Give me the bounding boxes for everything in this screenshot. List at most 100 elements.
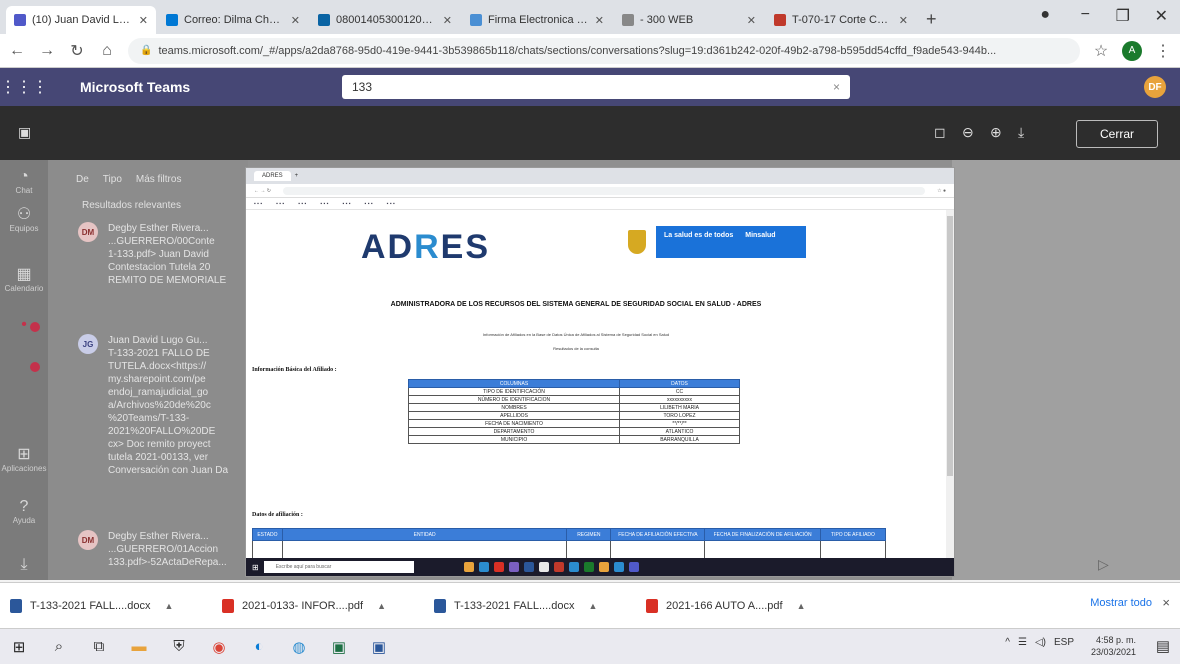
close-tab-icon[interactable]: ✕ — [899, 14, 908, 27]
notification-icon[interactable]: ▤ — [1156, 637, 1170, 655]
outlook-icon[interactable]: ◍ — [288, 636, 310, 658]
preview-tab: ADRES — [254, 171, 291, 181]
rail-item-download[interactable]: ⤓ — [0, 556, 48, 574]
gov-banner: La salud es de todos Minsalud — [656, 226, 806, 258]
browser-profile-avatar[interactable]: A — [1122, 40, 1142, 61]
preview-address-bar: ← → ↻ ☆ ● — [246, 184, 954, 198]
edge-icon[interactable]: ◐ — [248, 636, 270, 658]
outlook-tab-icon — [166, 14, 178, 26]
taskbar-clock[interactable]: 4:58 p. m. 23/03/2021 — [1091, 634, 1136, 658]
send-icon[interactable]: ▷ — [1098, 556, 1109, 573]
apps-icon: ⊞ — [17, 446, 31, 463]
preview-bookmarks-bar: ▪ ▪ ▪ ▪ ▪ ▪ ▪ ▪ ▪ ▪ ▪ ▪ ▪ ▪ ▪ ▪ ▪ ▪ ▪ ▪ ▪ — [246, 198, 954, 210]
word-icon[interactable]: ▣ — [368, 636, 390, 658]
result-label: Resultados de la consulta — [553, 346, 599, 351]
chevron-up-icon[interactable]: ▲ — [588, 601, 597, 611]
chevron-up-icon[interactable]: ▲ — [164, 601, 173, 611]
download-item[interactable]: 2021-166 AUTO A....pdf ▲ — [646, 598, 858, 613]
back-icon[interactable]: ← — [8, 42, 26, 60]
fit-screen-icon[interactable]: ◻ — [934, 124, 946, 141]
preview-browser-tabs: ADRES + — [246, 168, 954, 184]
maximize-icon[interactable]: ❐ — [1116, 6, 1130, 26]
rail-item-apps[interactable]: ⊞ Aplicaciones — [0, 444, 48, 473]
tray-chevron-icon[interactable]: ^ — [1005, 637, 1010, 648]
download-icon[interactable]: ⤓ — [1018, 124, 1024, 141]
download-item[interactable]: T-133-2021 FALL....docx ▲ — [434, 598, 646, 613]
browser-menu-icon[interactable]: ⋮ — [1154, 41, 1172, 61]
rail-item-chat[interactable]: ◔ Chat — [0, 168, 48, 195]
close-tab-icon[interactable]: ✕ — [139, 14, 148, 27]
search-input[interactable]: 133 × — [342, 75, 850, 99]
language-indicator[interactable]: ESP — [1054, 637, 1074, 648]
file-viewer-toolbar: ▣ ◻ ⊖ ⊕ ⤓ Cerrar — [0, 106, 1180, 160]
chrome-icon[interactable]: ◉ — [208, 636, 230, 658]
close-downloads-icon[interactable]: × — [1162, 595, 1170, 610]
list-item[interactable]: DM Degby Esther Rivera... ...GUERRERO/01… — [78, 530, 248, 569]
browser-tab[interactable]: T-070-17 Corte Cons ✕ — [766, 6, 916, 34]
help-icon: ? — [19, 498, 29, 515]
document-subtitle: Información de Afiliados en la Base de D… — [482, 332, 670, 337]
user-avatar[interactable]: DF — [1144, 76, 1166, 98]
app-rail: ◔ Chat ⚇ Equipos ▦ Calendario • ⊞ Aplicacion… — [0, 160, 48, 580]
security-shield-icon[interactable]: ⛨ — [168, 636, 190, 658]
url-input[interactable]: 🔒 teams.microsoft.com/_#/apps/a2da8768-95… — [128, 37, 1080, 64]
bookmark-star-icon[interactable]: ☆ — [1092, 41, 1110, 61]
show-all-downloads-link[interactable]: Mostrar todo — [1090, 597, 1152, 609]
browser-tab[interactable]: - 300 WEB ✕ — [614, 6, 764, 34]
filter-type[interactable]: Tipo — [103, 174, 122, 185]
window-close-icon[interactable]: ✕ — [1155, 6, 1168, 26]
close-viewer-button[interactable]: Cerrar — [1076, 120, 1158, 148]
home-icon[interactable]: ⌂ — [98, 42, 116, 60]
more-icon: • — [21, 316, 27, 333]
chevron-up-icon[interactable]: ▲ — [797, 601, 806, 611]
new-tab-button[interactable]: + — [918, 9, 945, 34]
rail-item-more[interactable]: • — [0, 316, 48, 334]
affiliation-heading: Datos de afiliación : — [252, 512, 303, 518]
rail-item-help[interactable]: ? Ayuda — [0, 498, 48, 525]
minimize-icon[interactable]: − — [1081, 6, 1090, 24]
address-bar-row: ← → ↻ ⌂ 🔒 teams.microsoft.com/_#/apps/a2d… — [0, 34, 1180, 68]
adres-document: ADRES La salud es de todos Minsalud ADMIN… — [246, 210, 946, 576]
search-icon[interactable]: ⌕ — [48, 636, 70, 658]
zoom-in-icon[interactable]: ⊕ — [990, 124, 1002, 141]
close-tab-icon[interactable]: ✕ — [595, 14, 604, 27]
reload-icon[interactable]: ↻ — [68, 41, 86, 61]
page-tab-icon — [774, 14, 786, 26]
close-tab-icon[interactable]: ✕ — [443, 14, 452, 27]
rail-item-calendar[interactable]: ▦ Calendario — [0, 264, 48, 293]
download-item[interactable]: 2021-0133- INFOR....pdf ▲ — [222, 598, 434, 613]
close-tab-icon[interactable]: ✕ — [291, 14, 300, 27]
close-tab-icon[interactable]: ✕ — [747, 14, 756, 27]
filter-more[interactable]: Más filtros — [136, 174, 182, 185]
avatar: DM — [78, 222, 98, 242]
browser-tab[interactable]: Firma Electronica Ran ✕ — [462, 6, 612, 34]
zoom-out-icon[interactable]: ⊖ — [962, 124, 974, 141]
app-launcher-icon[interactable]: ⋮⋮⋮ — [0, 77, 48, 97]
excel-icon[interactable]: ▣ — [328, 636, 350, 658]
search-clear-icon[interactable]: × — [833, 80, 840, 94]
volume-icon[interactable]: ◁) — [1035, 637, 1046, 648]
chevron-up-icon[interactable]: ▲ — [377, 601, 386, 611]
browser-tab[interactable]: 08001405300120210 ✕ — [310, 6, 460, 34]
task-view-icon[interactable]: ⧉ — [88, 636, 110, 658]
network-icon[interactable]: ☰ — [1018, 637, 1027, 648]
profile-dot-icon[interactable]: ● — [1040, 6, 1050, 24]
forward-icon[interactable]: → — [38, 42, 56, 60]
table-row: TIPO DE IDENTIFICACIÓN CC — [407, 387, 740, 396]
table-row: FECHA DE NACIMIENTO **/**/** — [407, 419, 740, 428]
list-item[interactable]: JG Juan David Lugo Gu... T-133-2021 FALL… — [78, 334, 248, 477]
basic-info-table: COLUMNAS DATOS TIPO DE IDENTIFICACIÓN CC … — [407, 379, 740, 444]
browser-tab[interactable]: (10) Juan David Lugo ✕ — [6, 6, 156, 34]
image-preview: ADRES + ← → ↻ ☆ ● ▪ ▪ ▪ ▪ ▪ ▪ ▪ ▪ ▪ ▪ ▪ ▪ ▪ ▪… — [245, 167, 955, 577]
browser-tab[interactable]: Correo: Dilma Chedra ✕ — [158, 6, 308, 34]
browser-tab-strip: (10) Juan David Lugo ✕ Correo: Dilma Ched… — [0, 0, 1180, 34]
rail-item-teams[interactable]: ⚇ Equipos — [0, 204, 48, 233]
start-icon[interactable]: ⊞ — [8, 636, 30, 658]
download-item[interactable]: T-133-2021 FALL....docx ▲ — [10, 598, 222, 613]
filter-from[interactable]: De — [76, 174, 89, 185]
teams-icon: ⚇ — [16, 206, 32, 223]
file-explorer-icon[interactable]: ▬ — [128, 636, 150, 658]
page-tab-icon — [622, 14, 634, 26]
results-heading: Resultados relevantes — [82, 200, 181, 211]
list-item[interactable]: DM Degby Esther Rivera... ...GUERRERO/00… — [78, 222, 248, 287]
